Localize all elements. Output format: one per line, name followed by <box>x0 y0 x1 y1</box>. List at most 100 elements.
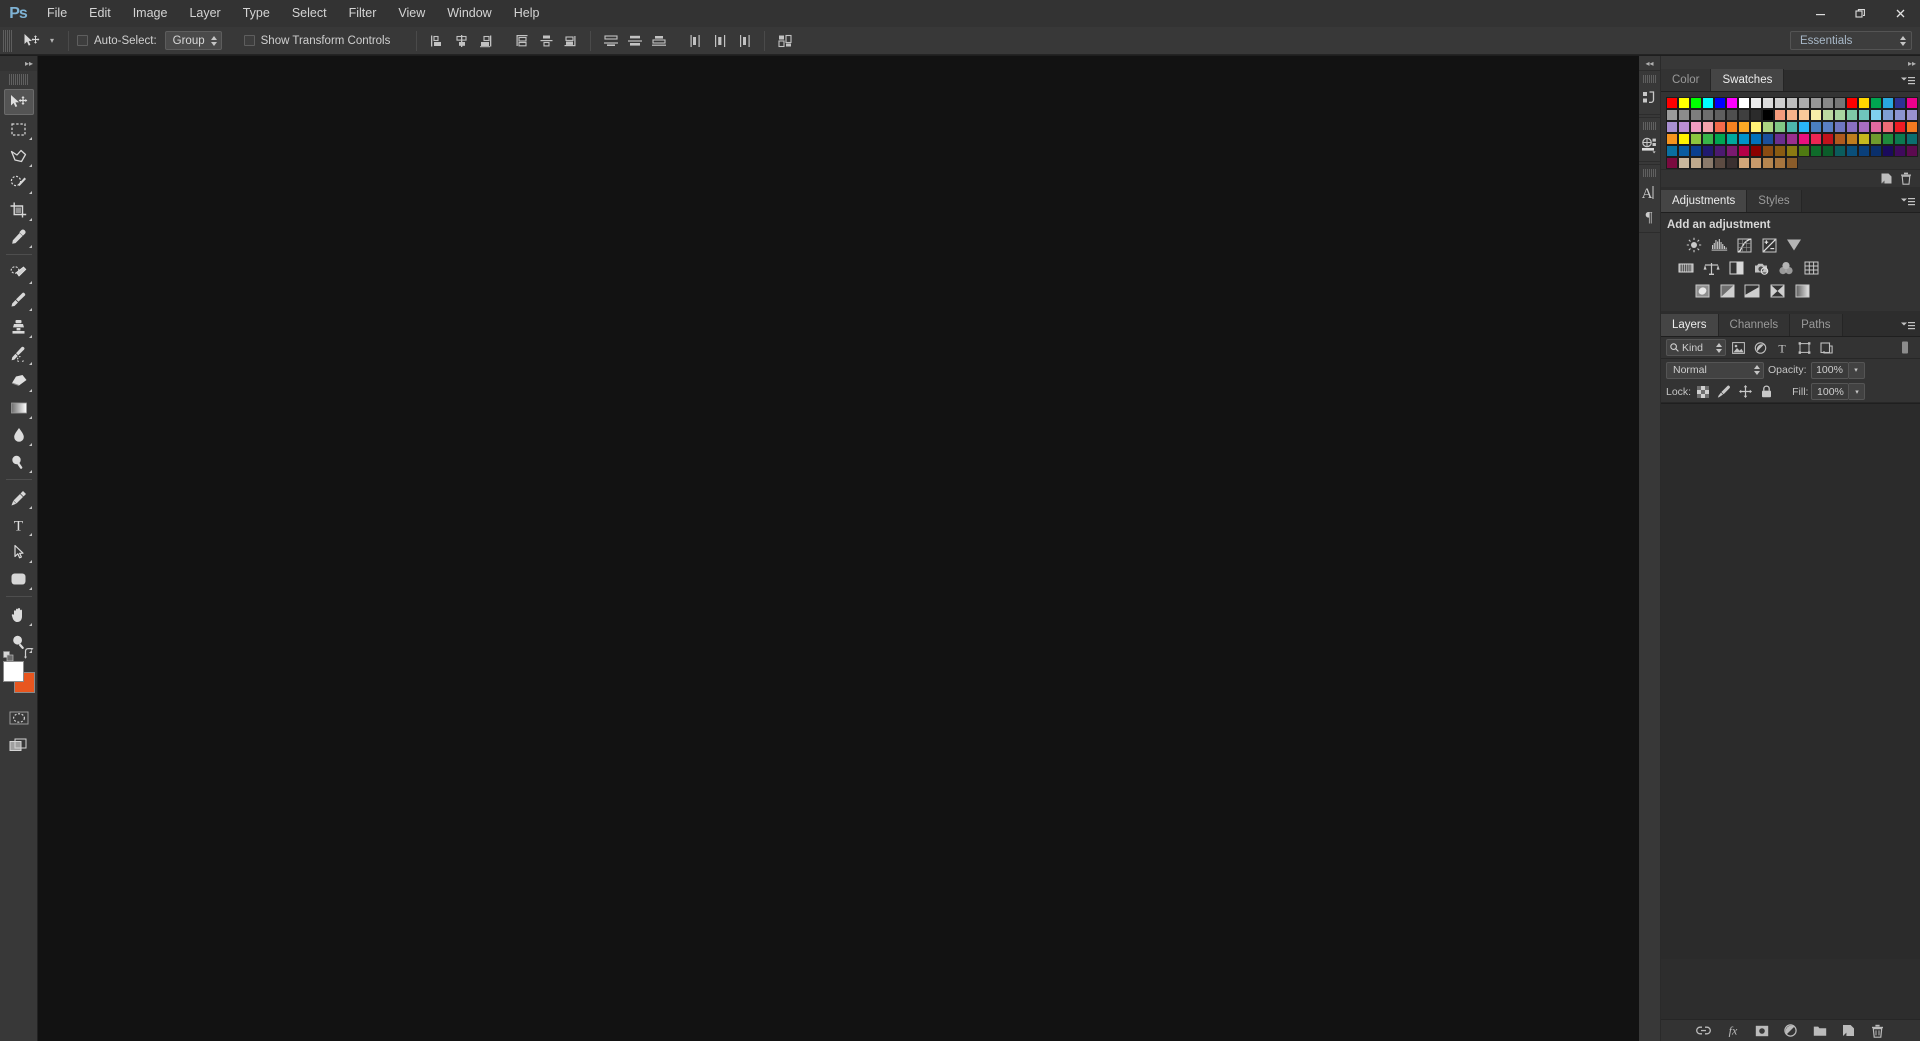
swatch-cell[interactable] <box>1834 97 1846 109</box>
swatch-cell[interactable] <box>1858 133 1870 145</box>
swatch-cell[interactable] <box>1858 109 1870 121</box>
tool-move[interactable] <box>3 89 34 115</box>
align-horizontal-centers-button[interactable] <box>450 30 472 52</box>
distribute-top-edges-button[interactable] <box>600 30 622 52</box>
invert-button[interactable] <box>1691 281 1713 301</box>
tool-path-selection[interactable] <box>4 539 34 565</box>
panel-menu-button[interactable] <box>1901 75 1915 87</box>
new-layer-button[interactable] <box>1840 1022 1858 1040</box>
swatch-cell[interactable] <box>1678 97 1690 109</box>
selective-color-button[interactable] <box>1766 281 1788 301</box>
filter-adjustment-layers-button[interactable] <box>1750 339 1770 357</box>
paragraph-panel-button[interactable]: ¶ <box>1640 204 1660 228</box>
swatch-cell[interactable] <box>1738 157 1750 169</box>
character-panel-button[interactable]: A <box>1640 180 1660 204</box>
options-bar-grip[interactable] <box>3 29 13 52</box>
menu-view[interactable]: View <box>387 0 436 27</box>
align-left-edges-button[interactable] <box>426 30 448 52</box>
tool-eyedropper[interactable] <box>4 224 34 250</box>
tool-preset-caret[interactable]: ▾ <box>44 30 60 52</box>
menu-filter[interactable]: Filter <box>338 0 388 27</box>
swatch-cell[interactable] <box>1750 133 1762 145</box>
exposure-button[interactable] <box>1758 235 1780 255</box>
link-layers-button[interactable] <box>1695 1022 1713 1040</box>
swatch-cell[interactable] <box>1726 97 1738 109</box>
swatch-cell[interactable] <box>1726 121 1738 133</box>
swatch-cell[interactable] <box>1774 133 1786 145</box>
swatch-cell[interactable] <box>1798 97 1810 109</box>
swatch-cell[interactable] <box>1762 133 1774 145</box>
align-top-edges-button[interactable] <box>511 30 533 52</box>
swatch-cell[interactable] <box>1894 109 1906 121</box>
tab-layers[interactable]: Layers <box>1661 314 1719 336</box>
opacity-value[interactable]: 100% <box>1810 361 1849 379</box>
dock-grip[interactable] <box>1642 122 1657 130</box>
align-right-edges-button[interactable] <box>474 30 496 52</box>
show-transform-checkbox[interactable] <box>243 35 255 46</box>
swatch-cell[interactable] <box>1906 109 1918 121</box>
swatch-cell[interactable] <box>1786 97 1798 109</box>
swatch-cell[interactable] <box>1762 109 1774 121</box>
color-balance-button[interactable] <box>1700 258 1722 278</box>
blend-mode-dropdown[interactable]: Normal <box>1666 361 1764 379</box>
swatch-cell[interactable] <box>1678 145 1690 157</box>
lock-transparent-pixels-button[interactable] <box>1694 383 1712 401</box>
swatch-cell[interactable] <box>1666 133 1678 145</box>
swatch-cell[interactable] <box>1798 109 1810 121</box>
swatch-cell[interactable] <box>1810 145 1822 157</box>
lock-all-button[interactable] <box>1757 383 1775 401</box>
delete-layer-button[interactable] <box>1869 1022 1887 1040</box>
menu-file[interactable]: File <box>36 0 78 27</box>
filter-toggle-button[interactable] <box>1895 339 1915 357</box>
panel-collapse-row[interactable]: ▸▸ <box>1661 56 1920 70</box>
swatch-cell[interactable] <box>1846 133 1858 145</box>
curves-button[interactable] <box>1733 235 1755 255</box>
swatch-cell[interactable] <box>1750 109 1762 121</box>
distribute-right-edges-button[interactable] <box>733 30 755 52</box>
swatch-cell[interactable] <box>1894 97 1906 109</box>
distribute-left-edges-button[interactable] <box>685 30 707 52</box>
swatch-cell[interactable] <box>1702 133 1714 145</box>
swatch-cell[interactable] <box>1774 145 1786 157</box>
swatch-cell[interactable] <box>1846 121 1858 133</box>
swatch-cell[interactable] <box>1726 145 1738 157</box>
new-group-button[interactable] <box>1811 1022 1829 1040</box>
brightness-contrast-button[interactable] <box>1683 235 1705 255</box>
channel-mixer-button[interactable] <box>1775 258 1797 278</box>
swatch-cell[interactable] <box>1666 97 1678 109</box>
swatch-cell[interactable] <box>1846 145 1858 157</box>
layer-filter-kind-dropdown[interactable]: Kind <box>1666 339 1726 356</box>
swatch-cell[interactable] <box>1666 157 1678 169</box>
swatch-cell[interactable] <box>1894 145 1906 157</box>
swatch-cell[interactable] <box>1762 157 1774 169</box>
vibrance-button[interactable] <box>1783 235 1805 255</box>
tab-color[interactable]: Color <box>1661 69 1712 91</box>
toolbar-expand-button[interactable]: ▸▸ <box>0 56 37 71</box>
tool-history-brush[interactable] <box>4 341 34 367</box>
active-tool-icon-move[interactable] <box>18 30 44 52</box>
minimize-button[interactable] <box>1800 0 1840 27</box>
menu-window[interactable]: Window <box>436 0 502 27</box>
swatch-cell[interactable] <box>1774 121 1786 133</box>
swatch-cell[interactable] <box>1882 109 1894 121</box>
fill-value[interactable]: 100% <box>1811 383 1850 400</box>
swatch-cell[interactable] <box>1690 133 1702 145</box>
swatch-cell[interactable] <box>1714 121 1726 133</box>
swatch-cell[interactable] <box>1738 145 1750 157</box>
swatch-cell[interactable] <box>1858 121 1870 133</box>
distribute-vertical-centers-button[interactable] <box>624 30 646 52</box>
tool-rectangular-marquee[interactable] <box>4 116 34 142</box>
swap-colors-button[interactable] <box>23 647 35 662</box>
layer-style-button[interactable]: fx <box>1724 1022 1742 1040</box>
swatch-cell[interactable] <box>1810 97 1822 109</box>
black-white-button[interactable] <box>1725 258 1747 278</box>
swatch-cell[interactable] <box>1774 97 1786 109</box>
tab-styles[interactable]: Styles <box>1747 190 1802 212</box>
swatch-cell[interactable] <box>1702 145 1714 157</box>
distribute-horizontal-centers-button[interactable] <box>709 30 731 52</box>
swatches-grid[interactable] <box>1661 92 1920 169</box>
swatch-cell[interactable] <box>1822 109 1834 121</box>
swatch-cell[interactable] <box>1822 97 1834 109</box>
menu-help[interactable]: Help <box>503 0 551 27</box>
lock-position-button[interactable] <box>1736 383 1754 401</box>
